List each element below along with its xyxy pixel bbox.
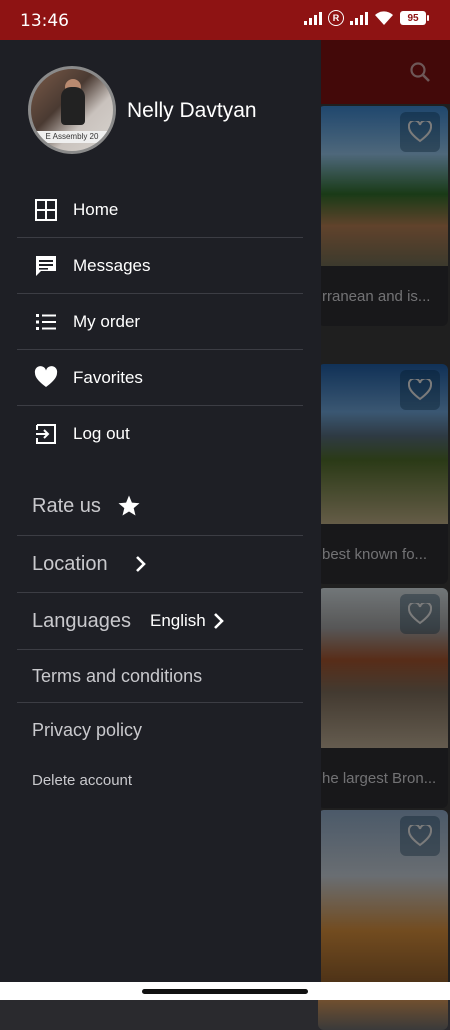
menu-item-messages[interactable]: Messages bbox=[17, 238, 303, 294]
status-time: 13:46 bbox=[20, 11, 69, 31]
star-icon bbox=[118, 495, 140, 516]
terms-item[interactable]: Terms and conditions bbox=[17, 649, 303, 703]
user-name: Nelly Davtyan bbox=[127, 99, 257, 122]
menu-item-label: My order bbox=[73, 311, 141, 331]
menu-item-label: Favorites bbox=[73, 367, 143, 387]
menu-item-label: Messages bbox=[73, 255, 151, 275]
menu-item-my-order[interactable]: My order bbox=[17, 294, 303, 350]
status-icons: R 95 bbox=[304, 10, 429, 26]
menu-item-log-out[interactable]: Log out bbox=[17, 406, 303, 461]
languages-label: Languages bbox=[32, 610, 131, 632]
privacy-label: Privacy policy bbox=[32, 720, 143, 740]
navigation-drawer: E Assembly 20 Nelly Davtyan Home Message… bbox=[0, 40, 321, 982]
delete-account-item[interactable]: Delete account bbox=[17, 756, 303, 806]
menu-item-label: Home bbox=[73, 199, 119, 219]
menu-item-label: Log out bbox=[73, 423, 130, 443]
drawer-menu: Home Messages My order Favorites Log out bbox=[17, 182, 303, 461]
list-icon bbox=[36, 314, 56, 330]
delete-account-label: Delete account bbox=[32, 772, 133, 789]
gesture-bar bbox=[0, 982, 450, 1000]
signal-icon-2 bbox=[350, 11, 368, 25]
menu-item-favorites[interactable]: Favorites bbox=[17, 350, 303, 406]
battery-level: 95 bbox=[407, 12, 419, 24]
logout-icon bbox=[36, 424, 56, 444]
grid-icon bbox=[35, 199, 57, 221]
chevron-right-icon bbox=[136, 556, 146, 572]
location-item[interactable]: Location bbox=[17, 535, 303, 593]
menu-item-home[interactable]: Home bbox=[17, 182, 303, 238]
roaming-icon: R bbox=[328, 10, 344, 26]
avatar-caption: E Assembly 20 bbox=[31, 131, 113, 143]
wifi-icon bbox=[375, 11, 393, 25]
terms-label: Terms and conditions bbox=[32, 666, 203, 686]
location-label: Location bbox=[32, 553, 108, 575]
home-indicator[interactable] bbox=[142, 989, 308, 994]
languages-item[interactable]: Languages English bbox=[17, 592, 303, 650]
battery-icon: 95 bbox=[400, 11, 429, 25]
rate-us-item[interactable]: Rate us bbox=[17, 478, 303, 536]
privacy-item[interactable]: Privacy policy bbox=[17, 702, 303, 756]
chevron-right-icon bbox=[214, 613, 224, 629]
language-value: English bbox=[150, 611, 206, 630]
avatar-person bbox=[61, 87, 85, 125]
status-bar: 13:46 R 95 bbox=[0, 0, 450, 40]
rate-us-label: Rate us bbox=[32, 495, 101, 517]
avatar[interactable]: E Assembly 20 bbox=[28, 66, 116, 154]
message-icon bbox=[36, 256, 56, 276]
heart-icon bbox=[34, 366, 58, 387]
signal-icon bbox=[304, 11, 322, 25]
